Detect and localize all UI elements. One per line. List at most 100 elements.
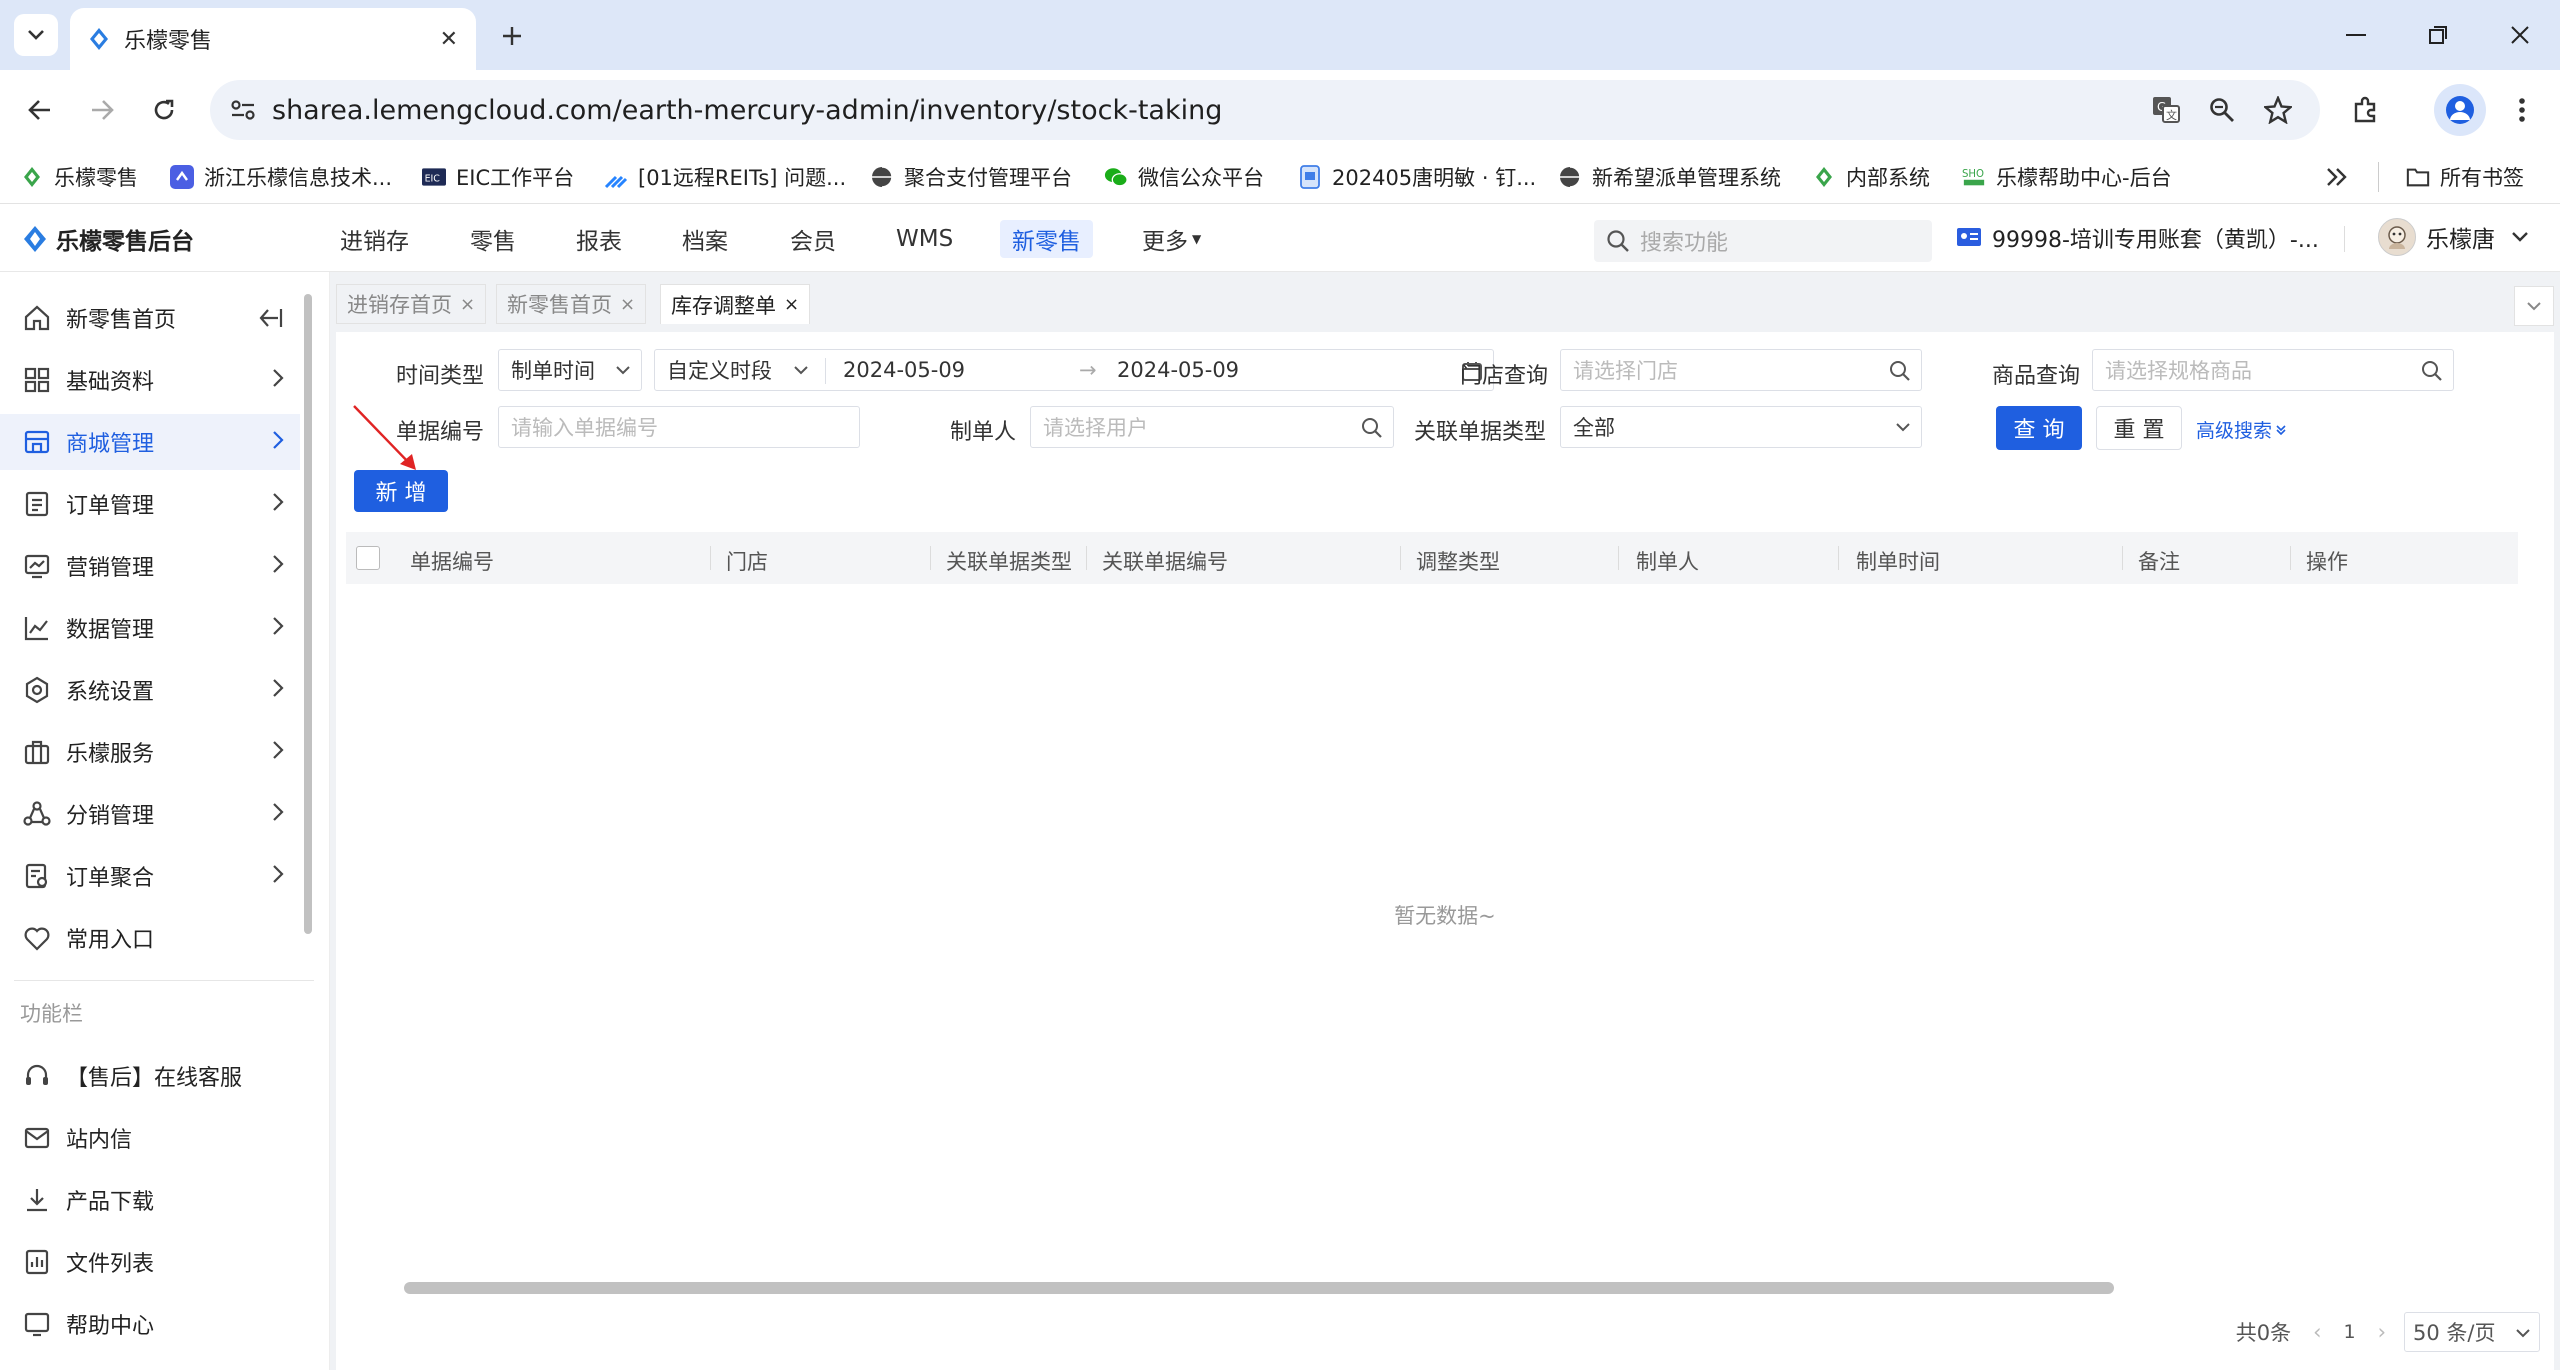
sidebar-func-help-center[interactable]: 帮助中心 [0,1296,300,1352]
translate-icon[interactable]: G文 [2144,88,2188,132]
chevron-down-icon [2512,232,2528,242]
chevron-right-icon [272,430,284,450]
page-number[interactable]: 1 [2344,1321,2356,1343]
function-search-input[interactable]: 搜索功能 [1594,220,1932,262]
sidebar-item-mall-management[interactable]: 商城管理 [0,414,300,470]
page-size-select[interactable]: 50 条/页 [2404,1312,2540,1352]
nav-new-retail[interactable]: 新零售 [1000,220,1093,258]
sidebar-func-download[interactable]: 产品下载 [0,1172,300,1228]
sidebar-scrollbar[interactable] [304,294,312,934]
sidebar-item-new-retail-home[interactable]: 新零售首页 [0,290,300,346]
column-header-created-time[interactable]: 制单时间 [1856,546,1940,576]
sidebar-item-distribution[interactable]: 分销管理 [0,786,300,842]
sidebar-func-online-service[interactable]: 【售后】在线客服 [0,1048,300,1104]
bookmark-item[interactable]: 微信公众平台 [1104,160,1264,194]
minimize-button[interactable] [2332,12,2380,58]
bookmark-item[interactable]: 新希望派单管理系统 [1558,160,1781,194]
browser-menu-button[interactable] [2500,88,2544,132]
user-menu[interactable]: 乐檬唐 [2378,218,2529,256]
close-icon[interactable]: × [460,294,475,315]
profile-button[interactable] [2434,84,2486,136]
time-type-select[interactable]: 制单时间 [498,349,642,391]
store-icon [22,427,52,457]
sidebar-item-order-aggregation[interactable]: 订单聚合 [0,848,300,904]
tabs-dropdown-button[interactable] [2514,286,2554,326]
address-bar[interactable]: sharea.lemengcloud.com/earth-mercury-adm… [210,80,2320,140]
app-logo[interactable]: 乐檬零售后台 [22,222,194,256]
product-select[interactable]: 请选择规格商品 [2092,349,2454,391]
browser-tab[interactable]: 乐檬零售 ✕ [70,8,476,70]
forward-button[interactable] [80,88,124,132]
collapse-sidebar-icon[interactable] [258,306,284,330]
sidebar-item-data-management[interactable]: 数据管理 [0,600,300,656]
column-header-adjust-type[interactable]: 调整类型 [1416,546,1500,576]
sidebar-item-lemon-service[interactable]: 乐檬服务 [0,724,300,780]
nav-inventory[interactable]: 进销存 [328,220,421,258]
select-all-checkbox[interactable] [356,546,380,570]
creator-select[interactable]: 请选择用户 [1030,406,1394,448]
url-text[interactable]: sharea.lemengcloud.com/earth-mercury-adm… [272,95,2132,126]
nav-more[interactable]: 更多 ▼ [1130,220,1213,258]
bookmark-item[interactable]: 乐檬零售 [20,160,138,194]
sidebar-item-basic-data[interactable]: 基础资料 [0,352,300,408]
close-tab-icon[interactable]: ✕ [440,27,458,52]
bookmark-star-icon[interactable] [2256,88,2300,132]
sidebar-item-system-settings[interactable]: 系统设置 [0,662,300,718]
nav-archive[interactable]: 档案 [670,220,740,258]
close-window-button[interactable] [2496,12,2544,58]
related-type-select[interactable]: 全部 [1560,406,1922,448]
doc-no-input[interactable]: 请输入单据编号 [498,406,860,448]
sidebar-func-inbox[interactable]: 站内信 [0,1110,300,1166]
sidebar-item-favorites[interactable]: 常用入口 [0,910,300,966]
bookmark-item[interactable]: 内部系统 [1812,160,1930,194]
date-range-picker[interactable]: 自定义时段 2024-05-09 → 2024-05-09 [654,349,1494,391]
plus-icon [503,27,521,45]
restore-button[interactable] [2414,12,2462,58]
column-header-actions[interactable]: 操作 [2306,546,2348,576]
reset-button[interactable]: 重 置 [2096,406,2182,450]
bookmark-item[interactable]: 浙江乐檬信息技术... [170,160,392,194]
extensions-button[interactable] [2344,88,2388,132]
prev-page-icon[interactable]: ‹ [2313,1320,2321,1344]
bookmark-item[interactable]: [01远程REITs] 问题... [604,160,846,194]
column-header-creator[interactable]: 制单人 [1636,546,1699,576]
sidebar-item-marketing[interactable]: 营销管理 [0,538,300,594]
nav-reports[interactable]: 报表 [564,220,634,258]
zoom-icon[interactable] [2200,88,2244,132]
column-header-related-no[interactable]: 关联单据编号 [1102,546,1228,576]
query-button[interactable]: 查 询 [1996,406,2082,450]
column-header-doc-no[interactable]: 单据编号 [410,546,494,576]
period-select[interactable]: 自定义时段 [667,355,772,385]
account-selector[interactable]: 99998-培训专用账套（黄凯）-... [1956,222,2319,254]
nav-wms[interactable]: WMS [884,220,965,258]
advanced-search-link[interactable]: 高级搜索 [2196,416,2287,443]
column-header-related-type[interactable]: 关联单据类型 [946,546,1072,576]
site-settings-icon[interactable] [230,98,256,122]
nav-retail[interactable]: 零售 [458,220,528,258]
table-horizontal-scrollbar[interactable] [404,1282,2114,1294]
new-tab-button[interactable] [492,16,532,56]
column-header-store[interactable]: 门店 [726,546,768,576]
reload-button[interactable] [142,88,186,132]
column-header-remark[interactable]: 备注 [2138,546,2180,576]
close-icon[interactable]: × [784,294,799,315]
sidebar-item-order-management[interactable]: 订单管理 [0,476,300,532]
bookmark-item[interactable]: 202405唐明敏 · 钉... [1298,160,1536,194]
store-select[interactable]: 请选择门店 [1560,349,1922,391]
bookmark-item[interactable]: 聚合支付管理平台 [870,160,1072,194]
more-bookmarks-button[interactable] [2326,160,2348,194]
back-button[interactable] [18,88,62,132]
bookmark-item[interactable]: SHO 乐檬帮助中心-后台 [1962,160,2172,194]
tab-search-button[interactable] [14,14,58,56]
all-bookmarks-button[interactable]: 所有书签 [2406,160,2524,194]
date-end[interactable]: 2024-05-09 [1117,358,1239,382]
close-icon[interactable]: × [620,294,635,315]
next-page-icon[interactable]: › [2378,1320,2386,1344]
bookmark-item[interactable]: EIC EIC工作平台 [422,160,574,194]
page-tab-inventory-home[interactable]: 进销存首页 × [336,284,487,324]
nav-member[interactable]: 会员 [778,220,848,258]
sidebar-func-file-list[interactable]: 文件列表 [0,1234,300,1290]
page-tab-stock-adjustment[interactable]: 库存调整单 × [660,284,811,324]
date-start[interactable]: 2024-05-09 [843,358,965,382]
page-tab-new-retail-home[interactable]: 新零售首页 × [496,284,647,324]
